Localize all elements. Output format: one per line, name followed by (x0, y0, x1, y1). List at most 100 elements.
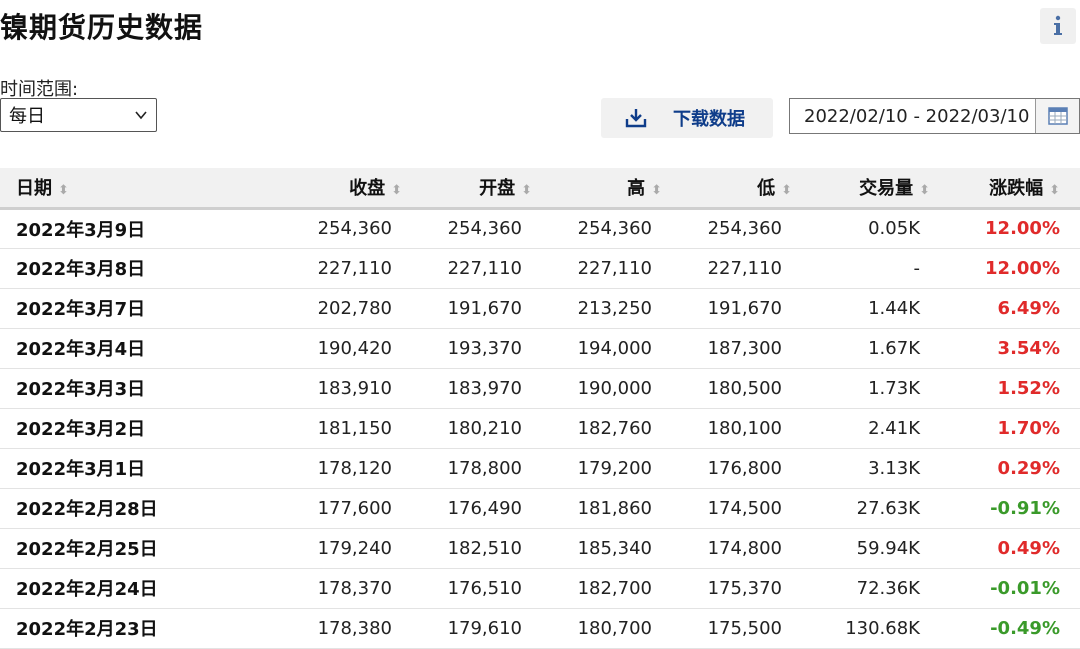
table-row: 2022年2月25日 179,240 182,510 185,340 174,800 59… (0, 528, 1080, 568)
cell-date: 2022年2月25日 (16, 539, 158, 560)
cell-open: 180,210 (447, 417, 522, 439)
cell-open: 227,110 (447, 257, 522, 279)
cell-volume: 130.68K (845, 617, 920, 639)
cell-high: 254,360 (577, 218, 652, 239)
table-row: 2022年3月9日 254,360 254,360 254,360 254,360 0.0… (0, 208, 1080, 248)
download-button[interactable]: 下载数据 (601, 98, 773, 138)
cell-volume: 3.13K (868, 457, 920, 479)
cell-open: 182,510 (447, 537, 522, 559)
cell-date: 2022年3月1日 (16, 459, 146, 480)
chevron-down-icon (135, 111, 147, 120)
cell-change: -0.01% (990, 577, 1060, 599)
page-title: 镍期货历史数据 (0, 11, 204, 44)
cell-open: 179,610 (447, 617, 522, 639)
cell-low: 180,100 (707, 417, 782, 439)
cell-open: 183,970 (447, 377, 522, 399)
sort-icon: ⬍ (651, 183, 662, 199)
cell-close: 183,910 (317, 377, 392, 399)
date-range-value: 2022/02/10 - 2022/03/10 (804, 105, 1030, 127)
header-change[interactable]: 涨跌幅 ⬍ (950, 168, 1080, 208)
cell-change: 12.00% (985, 218, 1060, 239)
cell-volume: 1.73K (868, 377, 920, 399)
cell-date: 2022年3月4日 (16, 339, 146, 360)
cell-high: 213,250 (577, 297, 652, 319)
header-high[interactable]: 高 ⬍ (552, 168, 682, 208)
table-row: 2022年2月28日 177,600 176,490 181,860 174,500 27… (0, 488, 1080, 528)
cell-high: 181,860 (577, 497, 652, 519)
cell-close: 202,780 (317, 297, 392, 319)
cell-date: 2022年3月9日 (16, 219, 146, 241)
cell-volume: 72.36K (856, 577, 920, 599)
header-date[interactable]: 日期 ⬍ (0, 168, 212, 208)
cell-open: 193,370 (447, 337, 522, 359)
cell-low: 176,800 (707, 457, 782, 479)
table-row: 2022年3月2日 181,150 180,210 182,760 180,100 2.4… (0, 408, 1080, 448)
cell-close: 227,110 (317, 257, 392, 279)
cell-volume: 1.44K (868, 297, 920, 319)
cell-low: 180,500 (707, 377, 782, 399)
date-range-picker[interactable]: 2022/02/10 - 2022/03/10 (789, 98, 1080, 134)
cell-open: 191,670 (447, 297, 522, 319)
cell-high: 179,200 (577, 457, 652, 479)
cell-change: -0.91% (990, 497, 1060, 519)
download-icon (625, 109, 647, 128)
cell-close: 181,150 (317, 417, 392, 439)
download-label: 下载数据 (673, 109, 745, 130)
cell-low: 187,300 (707, 337, 782, 359)
cell-change: 12.00% (985, 257, 1060, 279)
header-volume[interactable]: 交易量 ⬍ (812, 168, 950, 208)
cell-close: 178,370 (317, 577, 392, 599)
table-row: 2022年3月3日 183,910 183,970 190,000 180,500 1.7… (0, 368, 1080, 408)
info-icon (1054, 15, 1062, 35)
info-button[interactable] (1040, 8, 1076, 44)
calendar-button[interactable] (1035, 99, 1079, 133)
cell-high: 227,110 (577, 257, 652, 279)
cell-high: 190,000 (577, 377, 652, 399)
history-table: 日期 ⬍ 收盘 ⬍ 开盘 ⬍ 高 ⬍ 低 ⬍ 交易量 ⬍ 涨跌幅 ⬍ 2022年3月9日 254… (0, 168, 1080, 649)
interval-value: 每日 (9, 106, 45, 127)
table-row: 2022年3月1日 178,120 178,800 179,200 176,800 3.1… (0, 448, 1080, 488)
table-header-row: 日期 ⬍ 收盘 ⬍ 开盘 ⬍ 高 ⬍ 低 ⬍ 交易量 ⬍ 涨跌幅 ⬍ (0, 168, 1080, 208)
cell-low: 191,670 (707, 297, 782, 319)
cell-volume: 2.41K (868, 417, 920, 439)
calendar-icon (1047, 107, 1068, 125)
cell-change: 6.49% (997, 297, 1060, 319)
cell-volume: 27.63K (856, 497, 920, 519)
interval-select[interactable]: 每日 (0, 98, 157, 132)
sort-icon: ⬍ (521, 183, 532, 199)
cell-close: 254,360 (317, 218, 392, 239)
table-row: 2022年3月7日 202,780 191,670 213,250 191,670 1.4… (0, 288, 1080, 328)
cell-close: 179,240 (317, 537, 392, 559)
cell-date: 2022年3月3日 (16, 379, 146, 400)
table-row: 2022年3月4日 190,420 193,370 194,000 187,300 1.6… (0, 328, 1080, 368)
header-open[interactable]: 开盘 ⬍ (422, 168, 552, 208)
cell-high: 194,000 (577, 337, 652, 359)
cell-low: 174,500 (707, 497, 782, 519)
cell-open: 176,490 (447, 497, 522, 519)
cell-close: 178,380 (317, 617, 392, 639)
sort-icon: ⬍ (919, 183, 930, 199)
cell-volume: 59.94K (856, 537, 920, 559)
cell-high: 185,340 (577, 537, 652, 559)
cell-close: 190,420 (317, 337, 392, 359)
cell-low: 227,110 (707, 257, 782, 279)
table-row: 2022年2月24日 178,370 176,510 182,700 175,370 72… (0, 568, 1080, 608)
cell-change: -0.49% (990, 617, 1060, 639)
cell-close: 178,120 (317, 457, 392, 479)
sort-icon: ⬍ (58, 183, 69, 199)
cell-close: 177,600 (317, 497, 392, 519)
cell-high: 182,700 (577, 577, 652, 599)
header-close[interactable]: 收盘 ⬍ (212, 168, 422, 208)
header-low[interactable]: 低 ⬍ (682, 168, 812, 208)
cell-high: 180,700 (577, 617, 652, 639)
cell-change: 0.49% (997, 537, 1060, 559)
cell-volume: - (913, 257, 921, 279)
cell-volume: 0.05K (868, 218, 920, 239)
sort-icon: ⬍ (781, 183, 792, 199)
cell-change: 1.70% (997, 417, 1060, 439)
cell-low: 175,500 (707, 617, 782, 639)
cell-low: 175,370 (707, 577, 782, 599)
cell-high: 182,760 (577, 417, 652, 439)
sort-icon: ⬍ (1049, 183, 1060, 199)
cell-date: 2022年3月7日 (16, 299, 146, 320)
